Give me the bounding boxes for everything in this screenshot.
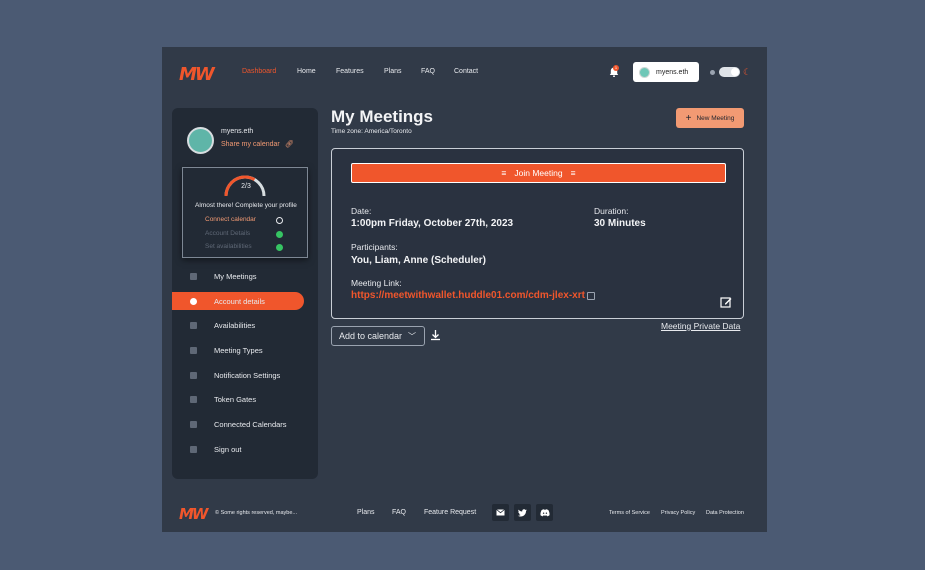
info-icon (190, 297, 197, 305)
sidebar-item-token-gates[interactable]: Token Gates (172, 390, 304, 408)
sun-icon (710, 70, 715, 75)
step-connect-calendar[interactable]: Connect calendar (205, 216, 256, 223)
profile-progress-card: 2/3 Almost there! Complete your profile … (182, 167, 308, 258)
nav-link-plans[interactable]: Plans (384, 68, 402, 75)
plus-icon: + (685, 112, 692, 124)
step-account-details: Account Details (205, 230, 251, 237)
meeting-link[interactable]: https://meetwithwallet.huddle01.com/cdm-… (351, 290, 585, 301)
sidebar-item-connected-calendars[interactable]: Connected Calendars (172, 415, 304, 433)
share-calendar-label: Share my calendar (221, 141, 280, 148)
participants-value: You, Liam, Anne (Scheduler) (351, 255, 487, 266)
duration-value: 30 Minutes (594, 218, 646, 229)
menu-lines-icon: ≡ (501, 168, 507, 178)
meeting-card: ≡ Join Meeting ≡ Date: 1:00pm Friday, Oc… (331, 148, 744, 319)
timezone-label: Time zone: America/Toronto (331, 128, 412, 135)
meeting-link-label: Meeting Link: (351, 278, 402, 288)
progress-count: 2/3 (241, 183, 251, 190)
sidebar-item-label: My Meetings (214, 271, 257, 281)
footer-logo[interactable]: MW (179, 505, 209, 523)
notification-badge: 1 (613, 65, 619, 71)
bell-icon (190, 371, 197, 379)
share-calendar-link[interactable]: Share my calendar 🔗︎ (221, 140, 294, 148)
sidebar-item-notification-settings[interactable]: Notification Settings (172, 366, 304, 384)
sidebar-item-label: Availabilities (214, 320, 256, 330)
user-name: myens.eth (656, 68, 689, 76)
edit-icon[interactable] (720, 296, 732, 308)
date-value: 1:00pm Friday, October 27th, 2023 (351, 218, 514, 229)
sidebar-item-my-meetings[interactable]: My Meetings (172, 267, 304, 285)
calendar-icon (190, 321, 197, 329)
progress-message: Almost there! Complete your profile (195, 202, 297, 209)
sidebar-item-label: Account details (214, 296, 265, 306)
app-window: MW Dashboard Home Features Plans FAQ Con… (162, 47, 767, 532)
footer-link-data-protection[interactable]: Data Protection (706, 510, 744, 516)
twitter-icon[interactable] (514, 504, 531, 521)
nav-link-contact[interactable]: Contact (454, 68, 478, 75)
join-meeting-button[interactable]: ≡ Join Meeting ≡ (351, 163, 726, 183)
calendar-icon (190, 346, 197, 354)
check-circle-icon (276, 244, 283, 251)
moon-icon: ☾ (743, 67, 752, 77)
sidebar-item-meeting-types[interactable]: Meeting Types (172, 341, 304, 359)
participants-label: Participants: (351, 242, 398, 252)
avatar (639, 66, 650, 78)
meeting-private-data-link[interactable]: Meeting Private Data (661, 321, 740, 331)
nav-link-faq[interactable]: FAQ (421, 68, 435, 75)
sidebar-item-label: Notification Settings (214, 370, 281, 380)
copyright: © Some rights reserved, maybe... (215, 510, 298, 516)
user-menu-button[interactable]: myens.eth (633, 62, 699, 82)
profile-avatar (187, 127, 214, 154)
footer-link-plans[interactable]: Plans (357, 509, 375, 516)
sidebar-item-account-details[interactable]: Account details (172, 292, 304, 310)
new-meeting-button[interactable]: + New Meeting (676, 108, 744, 128)
sidebar-item-label: Meeting Types (214, 345, 263, 355)
brand-logo[interactable]: MW (179, 64, 215, 85)
footer-link-terms[interactable]: Terms of Service (609, 510, 650, 516)
calendar-icon (190, 272, 197, 280)
footer-link-privacy[interactable]: Privacy Policy (661, 510, 695, 516)
nav-link-dashboard[interactable]: Dashboard (242, 68, 276, 75)
theme-toggle[interactable] (719, 67, 740, 77)
link-icon: 🔗︎ (284, 141, 294, 148)
check-circle-icon (276, 231, 283, 238)
sidebar-item-sign-out[interactable]: Sign out (172, 440, 304, 458)
sidebar-item-availabilities[interactable]: Availabilities (172, 316, 304, 334)
sidebar-item-label: Connected Calendars (214, 419, 287, 429)
join-meeting-label: Join Meeting (514, 168, 563, 178)
duration-label: Duration: (594, 206, 629, 216)
page-title: My Meetings (331, 107, 434, 126)
nav-link-home[interactable]: Home (297, 68, 316, 75)
add-to-calendar-dropdown[interactable]: Add to calendar ﹀ (331, 326, 425, 346)
download-icon[interactable] (430, 329, 441, 341)
menu-lines-icon: ≡ (570, 168, 576, 178)
sign-out-icon (190, 445, 197, 453)
calendar-icon (190, 420, 197, 428)
date-label: Date: (351, 206, 372, 216)
add-to-calendar-label: Add to calendar (339, 331, 403, 341)
step-set-availabilities: Set availabilities (205, 243, 252, 250)
email-icon[interactable] (492, 504, 509, 521)
pending-circle-icon (276, 217, 283, 224)
sidebar-item-label: Sign out (214, 444, 242, 454)
sidebar-item-label: Token Gates (214, 394, 257, 404)
book-icon (190, 395, 197, 403)
discord-icon[interactable] (536, 504, 553, 521)
copy-icon[interactable] (587, 292, 595, 300)
sidebar: myens.eth Share my calendar 🔗︎ 2/3 Almos… (172, 108, 318, 479)
footer-link-feature-request[interactable]: Feature Request (424, 509, 476, 516)
new-meeting-label: New Meeting (696, 114, 735, 122)
footer-link-faq[interactable]: FAQ (392, 509, 406, 516)
nav-link-features[interactable]: Features (336, 68, 364, 75)
chevron-down-icon: ﹀ (408, 331, 417, 341)
profile-name: myens.eth (221, 128, 254, 135)
